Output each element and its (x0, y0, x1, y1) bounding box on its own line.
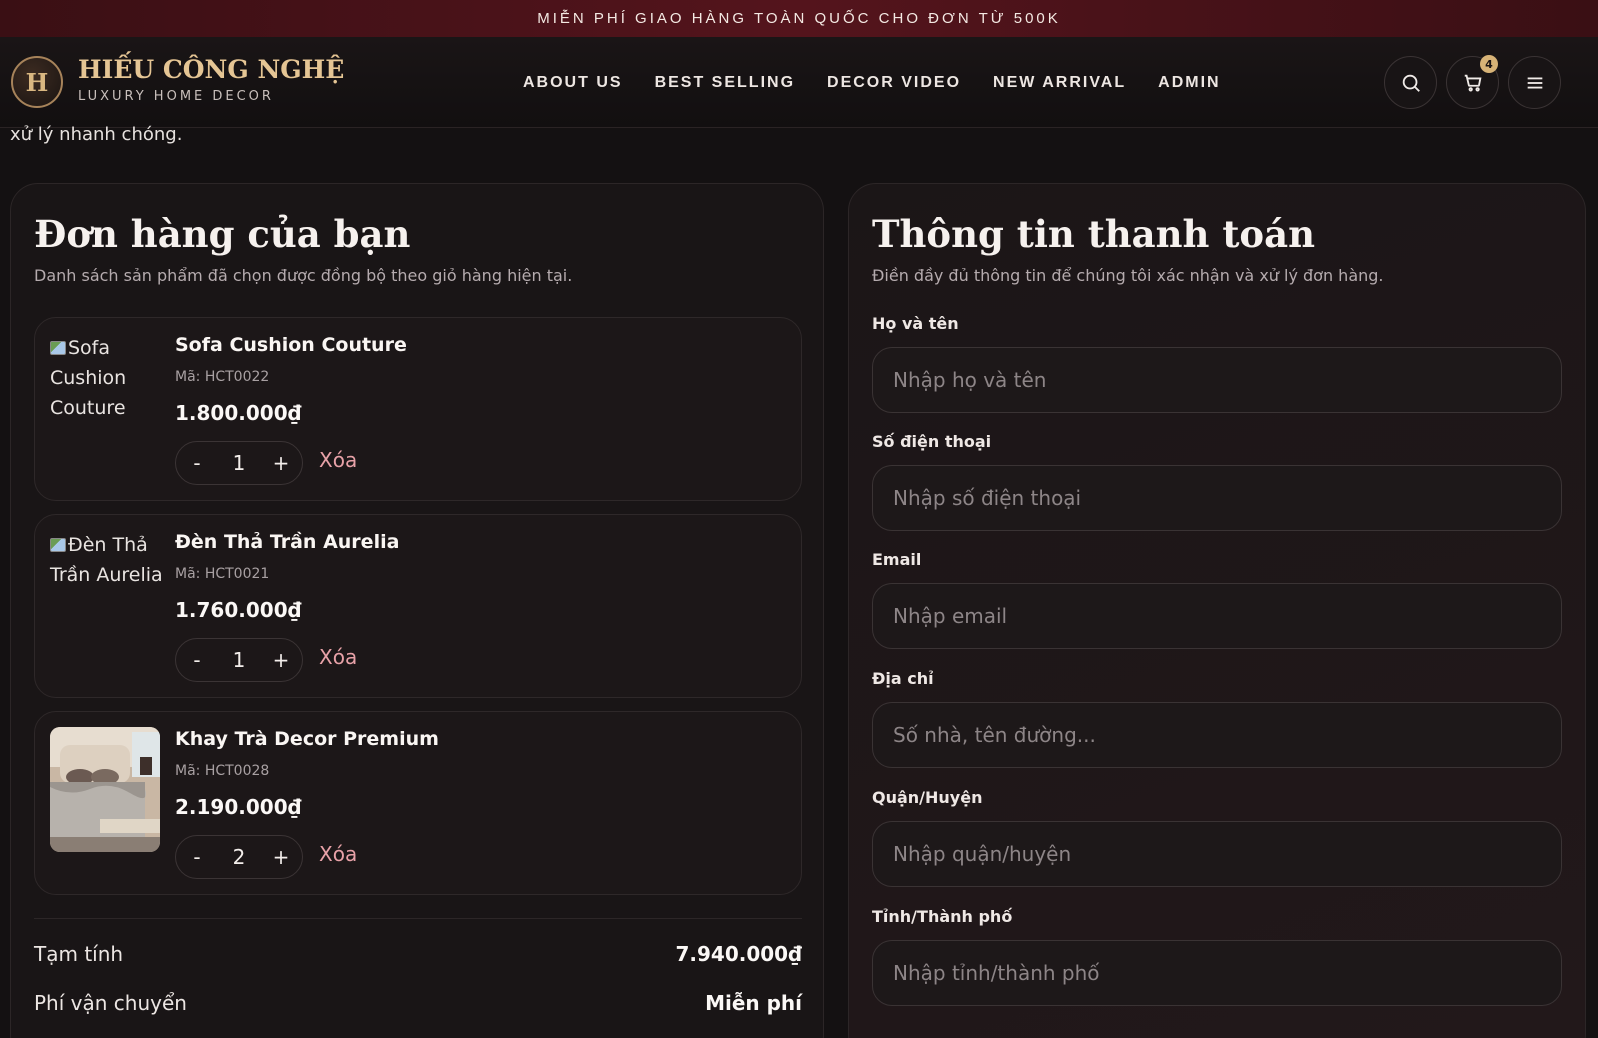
qty-value[interactable]: 1 (224, 451, 254, 475)
cart-item: Sofa Cushion Couture Sofa Cushion Coutur… (34, 317, 802, 501)
cart-item: Đèn Thả Trần Aurelia Đèn Thả Trần Aureli… (34, 514, 802, 698)
product-name[interactable]: Đèn Thả Trần Aurelia (175, 531, 399, 553)
province-label: Tỉnh/Thành phố (872, 907, 1013, 926)
bedroom-photo (50, 727, 160, 852)
search-button[interactable] (1384, 56, 1437, 109)
subtotal-label: Tạm tính (34, 942, 124, 966)
order-title: Đơn hàng của bạn (34, 212, 411, 256)
qty-decrease-button[interactable]: - (182, 451, 212, 475)
nav-decor-video[interactable]: DECOR VIDEO (827, 74, 961, 92)
broken-image-icon (50, 341, 66, 355)
product-image-broken[interactable]: Sofa Cushion Couture (50, 333, 168, 423)
subtotal-value: 7.940.000₫ (675, 942, 802, 966)
nav-admin[interactable]: ADMIN (1158, 74, 1220, 92)
cart-count-badge: 4 (1480, 55, 1498, 73)
product-price: 1.760.000₫ (175, 598, 302, 622)
product-sku: Mã: HCT0028 (175, 763, 270, 779)
phone-label: Số điện thoại (872, 432, 992, 451)
site-header: H HIẾU CÔNG NGHỆ LUXURY HOME DECOR ABOUT… (0, 37, 1598, 128)
logo-letter: H (25, 67, 49, 97)
qty-value[interactable]: 2 (224, 845, 254, 869)
address-label: Địa chỉ (872, 669, 934, 688)
quantity-stepper: - 1 + (175, 441, 303, 485)
qty-value[interactable]: 1 (224, 648, 254, 672)
nav-best-selling[interactable]: BEST SELLING (655, 74, 795, 92)
product-sku: Mã: HCT0021 (175, 566, 270, 582)
order-subtitle: Danh sách sản phẩm đã chọn được đồng bộ … (34, 266, 573, 285)
product-price: 1.800.000₫ (175, 401, 302, 425)
product-price: 2.190.000₫ (175, 795, 302, 819)
order-card: Đơn hàng của bạn Danh sách sản phẩm đã c… (10, 183, 824, 1038)
district-label: Quận/Huyện (872, 788, 983, 807)
product-name[interactable]: Khay Trà Decor Premium (175, 728, 439, 750)
shipping-label: Phí vận chuyển (34, 991, 187, 1015)
checkout-subtitle: Điền đầy đủ thông tin để chúng tôi xác n… (872, 266, 1384, 285)
shipping-value: Miễn phí (705, 991, 802, 1015)
menu-button[interactable] (1508, 56, 1561, 109)
brand-name[interactable]: HIẾU CÔNG NGHỆ (78, 55, 344, 84)
search-icon (1402, 74, 1420, 92)
checkout-card: Thông tin thanh toán Điền đầy đủ thông t… (848, 183, 1586, 1038)
shipping-row: Phí vận chuyển Miễn phí (34, 991, 802, 1015)
quantity-stepper: - 2 + (175, 835, 303, 879)
cart-icon (1464, 74, 1481, 92)
qty-increase-button[interactable]: + (266, 451, 296, 475)
main-nav: ABOUT US BEST SELLING DECOR VIDEO NEW AR… (523, 37, 1221, 128)
phone-input[interactable] (872, 465, 1562, 531)
qty-increase-button[interactable]: + (266, 648, 296, 672)
email-input[interactable] (872, 583, 1562, 649)
product-image-broken[interactable]: Đèn Thả Trần Aurelia (50, 530, 168, 590)
image-alt-text: Đèn Thả Trần Aurelia (50, 534, 163, 586)
address-input[interactable] (872, 702, 1562, 768)
qty-decrease-button[interactable]: - (182, 845, 212, 869)
province-input[interactable] (872, 940, 1562, 1006)
checkout-title: Thông tin thanh toán (872, 212, 1315, 256)
nav-about-us[interactable]: ABOUT US (523, 74, 623, 92)
intro-text: xử lý nhanh chóng. (10, 124, 183, 145)
product-image[interactable] (50, 727, 160, 852)
product-sku: Mã: HCT0022 (175, 369, 270, 385)
promo-text: MIỄN PHÍ GIAO HÀNG TOÀN QUỐC CHO ĐƠN TỪ … (537, 10, 1061, 27)
remove-item-button[interactable]: Xóa (319, 448, 357, 472)
broken-image-icon (50, 538, 66, 552)
subtotal-row: Tạm tính 7.940.000₫ (34, 942, 802, 966)
remove-item-button[interactable]: Xóa (319, 645, 357, 669)
menu-icon (1527, 77, 1542, 88)
cart-item: Khay Trà Decor Premium Mã: HCT0028 2.190… (34, 711, 802, 895)
remove-item-button[interactable]: Xóa (319, 842, 357, 866)
brand-tagline: LUXURY HOME DECOR (78, 89, 274, 104)
fullname-input[interactable] (872, 347, 1562, 413)
email-label: Email (872, 550, 922, 569)
fullname-label: Họ và tên (872, 314, 959, 333)
promo-banner: MIỄN PHÍ GIAO HÀNG TOÀN QUỐC CHO ĐƠN TỪ … (0, 0, 1598, 37)
summary-divider (34, 918, 802, 919)
qty-increase-button[interactable]: + (266, 845, 296, 869)
logo-badge[interactable]: H (11, 56, 63, 108)
quantity-stepper: - 1 + (175, 638, 303, 682)
district-input[interactable] (872, 821, 1562, 887)
product-name[interactable]: Sofa Cushion Couture (175, 334, 407, 356)
nav-new-arrival[interactable]: NEW ARRIVAL (993, 74, 1126, 92)
cart-button[interactable]: 4 (1446, 55, 1499, 109)
qty-decrease-button[interactable]: - (182, 648, 212, 672)
